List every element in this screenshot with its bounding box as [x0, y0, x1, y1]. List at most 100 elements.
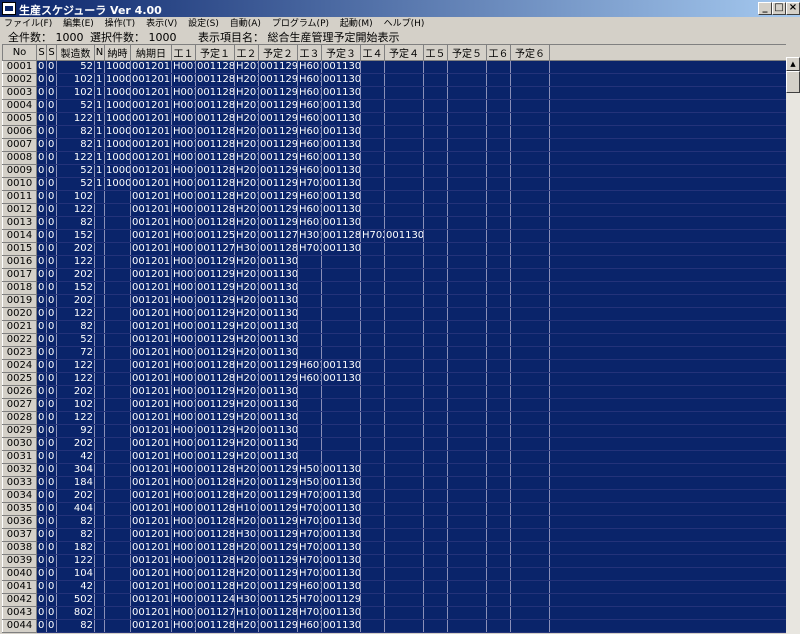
- table-cell[interactable]: [321, 320, 361, 334]
- table-cell[interactable]: [423, 541, 448, 555]
- table-cell[interactable]: 0: [36, 515, 47, 529]
- table-cell[interactable]: [321, 307, 361, 321]
- table-cell[interactable]: H501: [297, 476, 322, 490]
- table-cell[interactable]: H201: [234, 346, 259, 360]
- table-cell[interactable]: H001: [171, 268, 196, 282]
- table-cell[interactable]: [510, 125, 550, 139]
- table-cell[interactable]: [360, 307, 385, 321]
- table-cell[interactable]: H201: [234, 333, 259, 347]
- table-cell[interactable]: [94, 372, 105, 386]
- table-cell[interactable]: 0: [46, 528, 57, 542]
- table-cell[interactable]: [297, 307, 322, 321]
- table-cell[interactable]: [321, 424, 361, 438]
- table-cell[interactable]: [423, 372, 448, 386]
- table-cell[interactable]: 001201: [130, 229, 172, 243]
- table-cell[interactable]: 001201: [130, 86, 172, 100]
- table-cell[interactable]: [104, 489, 131, 503]
- schedule-grid[interactable]: No S S 製造数 N 納時 納期日 工１ 予定１ 工２ 予定２ 工３ 予定３…: [2, 44, 786, 633]
- table-cell[interactable]: 001130: [321, 86, 361, 100]
- table-cell[interactable]: [486, 515, 511, 529]
- table-cell[interactable]: H601: [297, 580, 322, 594]
- table-cell[interactable]: [321, 268, 361, 282]
- table-cell[interactable]: [486, 177, 511, 191]
- table-cell[interactable]: 92: [56, 424, 95, 438]
- table-cell[interactable]: 001128: [195, 86, 235, 100]
- table-cell[interactable]: H201: [234, 411, 259, 425]
- table-cell[interactable]: H201: [234, 307, 259, 321]
- table-cell[interactable]: H201: [234, 489, 259, 503]
- table-cell[interactable]: 0: [36, 190, 47, 204]
- table-cell[interactable]: H201: [234, 463, 259, 477]
- table-cell[interactable]: 0: [36, 463, 47, 477]
- row-number-cell[interactable]: 0025: [2, 372, 37, 386]
- table-cell[interactable]: H702: [297, 593, 322, 607]
- table-cell[interactable]: H001: [171, 372, 196, 386]
- table-cell[interactable]: 001128: [195, 541, 235, 555]
- table-cell[interactable]: 0: [36, 73, 47, 87]
- table-cell[interactable]: [486, 580, 511, 594]
- table-cell[interactable]: H301: [297, 229, 322, 243]
- table-cell[interactable]: 001201: [130, 177, 172, 191]
- table-cell[interactable]: [447, 255, 487, 269]
- table-cell[interactable]: 0: [46, 372, 57, 386]
- table-cell[interactable]: [384, 424, 424, 438]
- table-cell[interactable]: 001129: [195, 255, 235, 269]
- vertical-scrollbar[interactable]: ▲: [786, 57, 800, 634]
- table-cell[interactable]: 001128: [195, 463, 235, 477]
- table-cell[interactable]: 122: [56, 411, 95, 425]
- table-cell[interactable]: [94, 333, 105, 347]
- table-cell[interactable]: H201: [234, 268, 259, 282]
- table-cell[interactable]: [447, 346, 487, 360]
- table-cell[interactable]: [423, 437, 448, 451]
- col-header-s2[interactable]: S: [46, 44, 57, 61]
- table-cell[interactable]: [360, 320, 385, 334]
- table-cell[interactable]: [510, 151, 550, 165]
- table-cell[interactable]: [486, 385, 511, 399]
- table-cell[interactable]: 001201: [130, 619, 172, 633]
- table-cell[interactable]: 0: [46, 463, 57, 477]
- table-cell[interactable]: 82: [56, 138, 95, 152]
- table-cell[interactable]: 122: [56, 554, 95, 568]
- table-cell[interactable]: H201: [234, 476, 259, 490]
- table-cell[interactable]: 82: [56, 619, 95, 633]
- table-cell[interactable]: H001: [171, 294, 196, 308]
- row-number-cell[interactable]: 0039: [2, 554, 37, 568]
- table-cell[interactable]: 001129: [195, 424, 235, 438]
- table-cell[interactable]: 0: [36, 580, 47, 594]
- table-cell[interactable]: 0: [46, 567, 57, 581]
- table-cell[interactable]: [94, 398, 105, 412]
- table-cell[interactable]: [384, 320, 424, 334]
- table-cell[interactable]: 0: [36, 164, 47, 178]
- table-cell[interactable]: 001130: [258, 268, 298, 282]
- table-cell[interactable]: 0: [36, 398, 47, 412]
- row-number-cell[interactable]: 0017: [2, 268, 37, 282]
- table-row[interactable]: 001900202001201H001001129H201001130: [2, 294, 786, 308]
- col-header-process-6[interactable]: 工６: [486, 44, 511, 61]
- table-cell[interactable]: 001201: [130, 489, 172, 503]
- table-cell[interactable]: [447, 528, 487, 542]
- table-cell[interactable]: 001129: [258, 125, 298, 139]
- table-cell[interactable]: [423, 112, 448, 126]
- table-cell[interactable]: 001129: [195, 411, 235, 425]
- table-cell[interactable]: [104, 437, 131, 451]
- table-cell[interactable]: 001201: [130, 359, 172, 373]
- table-cell[interactable]: [423, 450, 448, 464]
- table-cell[interactable]: 82: [56, 125, 95, 139]
- table-cell[interactable]: 001129: [258, 112, 298, 126]
- table-cell[interactable]: [384, 73, 424, 87]
- table-cell[interactable]: 1: [94, 177, 105, 191]
- table-cell[interactable]: H001: [171, 86, 196, 100]
- row-number-cell[interactable]: 0028: [2, 411, 37, 425]
- table-cell[interactable]: [423, 151, 448, 165]
- table-cell[interactable]: 0: [36, 502, 47, 516]
- table-cell[interactable]: H001: [171, 125, 196, 139]
- table-cell[interactable]: 0: [36, 359, 47, 373]
- table-cell[interactable]: [510, 476, 550, 490]
- table-cell[interactable]: [423, 125, 448, 139]
- table-cell[interactable]: 001201: [130, 190, 172, 204]
- table-cell[interactable]: 001129: [195, 333, 235, 347]
- table-cell[interactable]: 0: [46, 554, 57, 568]
- table-row[interactable]: 003800182001201H001001128H201001129H7020…: [2, 541, 786, 555]
- table-cell[interactable]: 304: [56, 463, 95, 477]
- table-cell[interactable]: [384, 190, 424, 204]
